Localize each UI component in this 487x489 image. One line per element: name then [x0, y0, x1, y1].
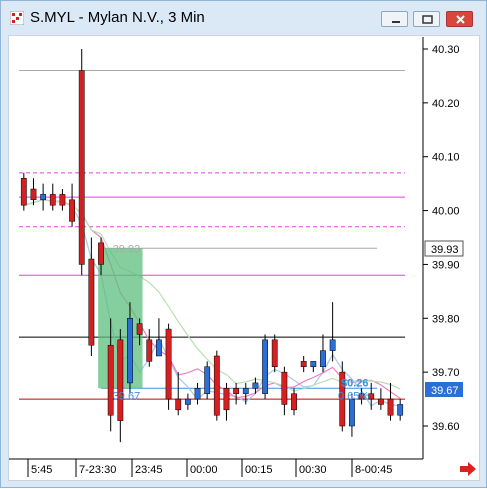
up-candle	[349, 398, 355, 427]
up-candle	[310, 361, 317, 368]
up-candle	[156, 339, 162, 357]
price-axis-label: 39.70	[432, 367, 460, 379]
last-price-tag-text: 39.93	[431, 244, 459, 256]
down-candle	[69, 199, 75, 222]
down-candle	[165, 328, 172, 400]
up-candle	[184, 398, 191, 405]
up-candle	[397, 404, 404, 416]
price-chart[interactable]: 40.30 40.20 40.10 40.00 39.90 39.80 39.70 39.60…	[1, 1, 487, 489]
down-candle	[88, 258, 95, 346]
down-candle	[291, 393, 297, 411]
down-candle	[223, 388, 230, 411]
down-candle	[300, 361, 307, 368]
time-axis-label: 00:00	[190, 464, 218, 476]
time-axis-label: 00:30	[299, 464, 327, 476]
up-candle	[204, 366, 211, 394]
down-candle	[175, 398, 182, 411]
up-candle	[127, 318, 133, 384]
down-candle	[368, 393, 375, 400]
down-candle	[387, 398, 394, 416]
up-candle	[320, 350, 326, 368]
down-candle	[146, 339, 153, 362]
down-candle	[117, 339, 124, 421]
measure-top-label: 39.93	[113, 243, 141, 255]
up-candle	[262, 339, 268, 394]
down-candle	[233, 388, 240, 394]
down-candle	[98, 242, 104, 265]
price-axis: 40.30 40.20 40.10 40.00 39.90 39.80 39.70 39.60	[423, 44, 460, 433]
up-candle	[252, 382, 259, 389]
up-candle	[194, 388, 201, 400]
measure-change-pct: 0.65%	[338, 390, 369, 402]
up-candle	[242, 388, 249, 394]
down-candle	[30, 188, 37, 201]
time-axis-label: 5:45	[31, 464, 53, 476]
chart-window: S.MYL - Mylan N.V., 3 Min 40.30 40.20 40.1…	[0, 0, 487, 488]
down-candle	[281, 371, 288, 405]
up-candle	[329, 339, 336, 351]
measure-bottom-label: 39.67	[113, 390, 141, 402]
price-axis-label: 39.60	[432, 421, 460, 433]
time-axis-label: 7-23:30	[79, 464, 117, 476]
time-axis-label: 23:45	[135, 464, 163, 476]
price-axis-label: 40.00	[432, 206, 460, 218]
measure-change-abs: $0.26	[341, 377, 369, 389]
price-axis-label: 39.80	[432, 313, 460, 325]
down-candle	[20, 178, 27, 206]
price-axis-label: 40.10	[432, 152, 460, 164]
current-price-tag-text: 39.67	[431, 385, 459, 397]
price-axis-label: 39.90	[432, 259, 460, 271]
down-candle	[59, 194, 66, 206]
down-candle	[49, 194, 56, 206]
down-candle	[377, 398, 384, 405]
chart-lines-layer	[19, 70, 405, 400]
time-axis-label: 8-00:45	[355, 464, 393, 476]
price-axis-label: 40.30	[432, 44, 460, 56]
price-axis-label: 40.20	[432, 98, 460, 110]
up-candle	[40, 194, 47, 201]
down-candle	[271, 339, 278, 368]
down-candle	[213, 355, 220, 416]
scroll-right-arrow-icon[interactable]	[458, 461, 478, 477]
down-candle	[136, 323, 143, 335]
down-candle	[78, 70, 85, 265]
down-candle	[107, 344, 114, 416]
time-axis-label: 00:15	[245, 464, 273, 476]
